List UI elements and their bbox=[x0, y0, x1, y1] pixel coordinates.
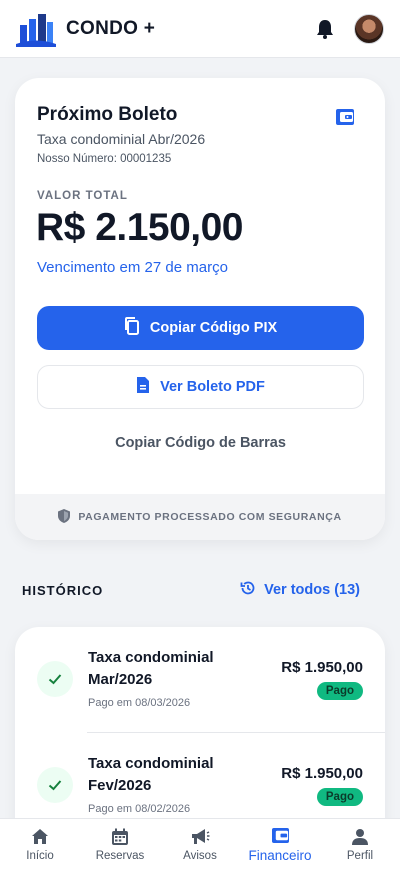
history-item-date: Pago em 08/03/2026 bbox=[88, 697, 191, 709]
document-icon bbox=[136, 376, 150, 398]
secure-payment-note: PAGAMENTO PROCESSADO COM SEGURANÇA bbox=[15, 494, 385, 540]
history-item-date: Pago em 08/02/2026 bbox=[88, 803, 191, 815]
nav-item-home[interactable]: Início bbox=[0, 819, 80, 869]
nav-label-financeiro: Financeiro bbox=[248, 848, 312, 863]
home-icon bbox=[30, 827, 50, 847]
wallet-icon bbox=[270, 825, 290, 845]
history-item-title: Taxa condominial Fev/2026 bbox=[88, 755, 214, 794]
status-badge: Pago bbox=[316, 682, 363, 700]
history-item-amount: R$ 1.950,00 bbox=[281, 765, 363, 782]
user-icon bbox=[350, 827, 370, 847]
total-value: R$ 2.150,00 bbox=[36, 206, 244, 249]
nav-item-financeiro[interactable]: Financeiro bbox=[240, 819, 320, 869]
notification-bell-icon[interactable] bbox=[314, 18, 336, 40]
view-pdf-button[interactable]: Ver Boleto PDF bbox=[37, 365, 364, 409]
bottom-nav: Início Reservas Avisos Financeiro Perfil bbox=[0, 818, 400, 869]
nav-label-avisos: Avisos bbox=[183, 849, 217, 862]
history-title: HISTÓRICO bbox=[22, 583, 104, 598]
boleto-subtitle: Taxa condominial Abr/2026 bbox=[37, 131, 206, 147]
secure-note-label: PAGAMENTO PROCESSADO COM SEGURANÇA bbox=[78, 511, 342, 523]
check-icon bbox=[37, 767, 73, 803]
copy-barcode-button[interactable]: Copiar Código de Barras bbox=[37, 430, 364, 456]
history-item[interactable]: Taxa condominial Mar/2026 Pago em 08/03/… bbox=[15, 627, 385, 733]
copy-pix-button[interactable]: Copiar Código PIX bbox=[37, 306, 364, 350]
boleto-title: Próximo Boleto bbox=[37, 104, 178, 125]
nav-label-perfil: Perfil bbox=[346, 849, 374, 862]
boleto-reference: Nosso Número: 00001235 bbox=[37, 153, 172, 165]
history-item-amount: R$ 1.950,00 bbox=[281, 659, 363, 676]
nav-label-reservas: Reservas bbox=[95, 849, 145, 862]
history-item-title: Taxa condominial Mar/2026 bbox=[88, 649, 214, 688]
copy-pix-label: Copiar Código PIX bbox=[149, 320, 278, 336]
view-all-link[interactable]: Ver todos (13) bbox=[240, 580, 360, 600]
status-badge: Pago bbox=[316, 788, 363, 806]
copy-icon bbox=[124, 317, 140, 339]
view-all-label: Ver todos (13) bbox=[264, 582, 360, 598]
nav-item-reservas[interactable]: Reservas bbox=[80, 819, 160, 869]
shield-icon bbox=[58, 508, 71, 526]
next-boleto-card: Próximo Boleto Taxa condominial Abr/2026… bbox=[15, 78, 385, 540]
total-label: VALOR TOTAL bbox=[37, 190, 128, 202]
calendar-icon bbox=[110, 827, 130, 847]
nav-item-perfil[interactable]: Perfil bbox=[320, 819, 400, 869]
due-date: Vencimento em 27 de março bbox=[37, 259, 228, 276]
user-avatar[interactable] bbox=[354, 13, 384, 44]
logo-icon bbox=[16, 11, 56, 47]
history-icon bbox=[240, 580, 256, 600]
wallet-icon bbox=[335, 108, 357, 130]
check-icon bbox=[37, 661, 73, 697]
megaphone-icon bbox=[190, 827, 210, 847]
nav-label-home: Início bbox=[26, 849, 54, 862]
view-pdf-label: Ver Boleto PDF bbox=[160, 379, 265, 395]
brand-name: CONDO + bbox=[66, 17, 156, 39]
app-header: CONDO + bbox=[0, 0, 400, 58]
nav-item-avisos[interactable]: Avisos bbox=[160, 819, 240, 869]
